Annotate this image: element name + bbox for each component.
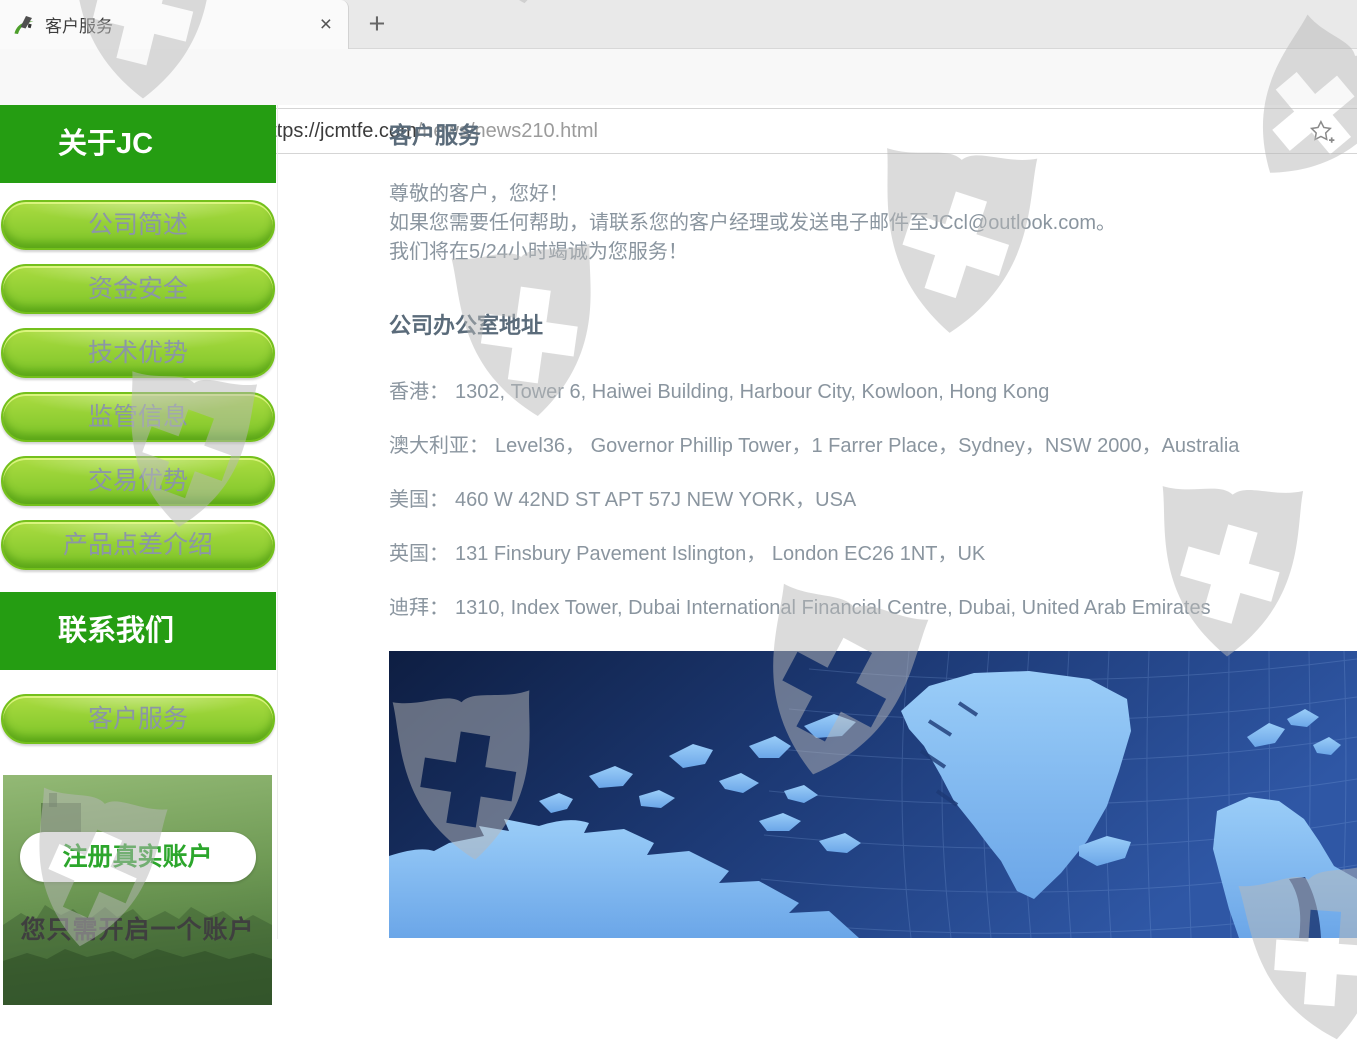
banner-caption: 您只需开启一个账户 [3,910,272,946]
address-row-dubai: 迪拜： 1310, Index Tower, Dubai Internationa… [389,597,1357,619]
intro-line: 尊敬的客户，您好！ [389,180,1357,209]
tab-title: 客户服务 [45,12,316,37]
intro-paragraph: 尊敬的客户，您好！ 如果您需要任何帮助，请联系您的客户经理或发送电子邮件至JCc… [389,180,1357,267]
sidebar-item-company-intro[interactable]: 公司简述 [1,200,275,250]
browser-tab-bar: 客户服务 × + [0,0,1357,49]
register-banner: 注册真实账户 您只需开启一个账户 [3,775,272,1005]
sidebar-item-tech-advantage[interactable]: 技术优势 [1,328,275,378]
sidebar-item-customer-service[interactable]: 客户服务 [1,694,275,744]
sidebar-item-fund-safety[interactable]: 资金安全 [1,264,275,314]
address-row-usa: 美国： 460 W 42ND ST APT 57J NEW YORK，USA [389,489,1357,511]
register-account-button[interactable]: 注册真实账户 [20,832,256,882]
address-row-uk: 英国： 131 Finsbury Pavement Islington， Lond… [389,543,1357,565]
address-text: 131 Finsbury Pavement Islington， London … [455,543,985,565]
page-title: 客户服务 [389,121,1357,149]
address-label: 迪拜： [389,597,449,619]
sidebar-item-regulation-info[interactable]: 监管信息 [1,392,275,442]
address-text: 1302, Tower 6, Haiwei Building, Harbour … [455,381,1049,403]
sidebar-item-product-spread[interactable]: 产品点差介绍 [1,520,275,570]
address-label: 美国： [389,489,449,511]
address-label: 澳大利亚： [389,435,489,457]
address-row-hongkong: 香港： 1302, Tower 6, Haiwei Building, Harbo… [389,381,1357,403]
address-text: 460 W 42ND ST APT 57J NEW YORK，USA [455,489,856,511]
tab-close-icon[interactable]: × [316,15,336,35]
address-label: 香港： [389,381,449,403]
world-map-image [389,651,1357,938]
intro-line: 如果您需要任何帮助，请联系您的客户经理或发送电子邮件至JCcl@outlook.… [389,209,1357,238]
intro-line: 我们将在5/24小时竭诚为您服务！ [389,238,1357,267]
browser-toolbar: https://jcmtfe.com/news/news210.html [0,49,1357,105]
address-list: 香港： 1302, Tower 6, Haiwei Building, Harbo… [389,381,1357,619]
city-photo-image [3,775,272,1005]
sidebar: 关于JC 公司简述 资金安全 技术优势 监管信息 交易优势 产品点差介绍 联系我… [0,105,276,1005]
sidebar-item-trading-advantage[interactable]: 交易优势 [1,456,275,506]
site-favicon-icon [12,13,36,37]
address-row-australia: 澳大利亚： Level36， Governor Phillip Tower，1 F… [389,435,1357,457]
new-tab-button[interactable]: + [360,8,394,42]
sidebar-section-contact: 联系我们 [0,592,276,670]
sidebar-divider [277,105,278,939]
browser-tab[interactable]: 客户服务 × [0,0,349,49]
address-label: 英国： [389,543,449,565]
sidebar-section-about: 关于JC [0,105,276,183]
office-address-title: 公司办公室地址 [389,313,1357,339]
address-text: Level36， Governor Phillip Tower，1 Farrer… [495,435,1239,457]
main-content: 客户服务 尊敬的客户，您好！ 如果您需要任何帮助，请联系您的客户经理或发送电子邮… [389,105,1357,938]
address-text: 1310, Index Tower, Dubai International F… [455,597,1211,619]
